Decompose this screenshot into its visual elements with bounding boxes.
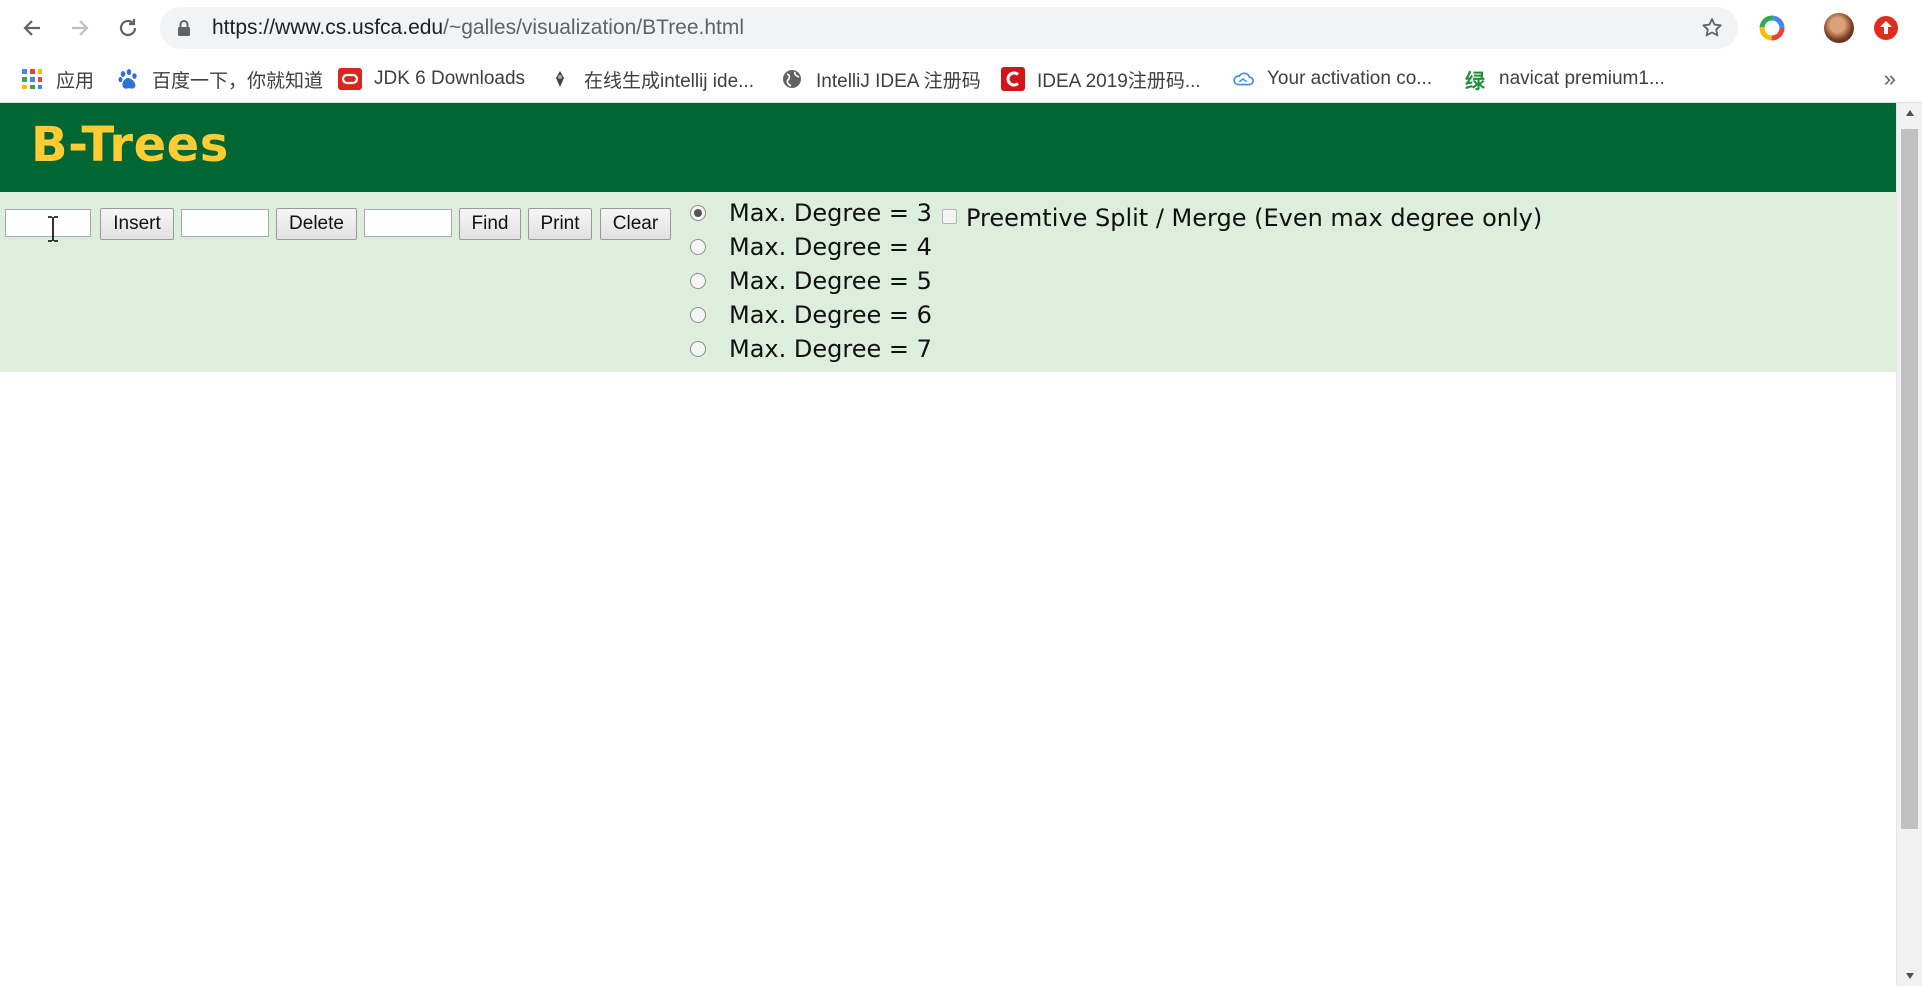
- find-input[interactable]: [364, 209, 452, 237]
- bookmark-idea-2019[interactable]: IDEA 2019注册码...: [1001, 56, 1201, 102]
- bookmarks-bar: 应用 百度一下，你就知道 JDK 6 Downloads 在线生成intelli…: [0, 56, 1922, 103]
- bookmark-baidu[interactable]: 百度一下，你就知道: [116, 56, 323, 102]
- text-cursor-icon: [48, 216, 58, 242]
- bookmark-label: IntelliJ IDEA 注册码: [816, 70, 981, 92]
- degree-option-4[interactable]: Max. Degree = 4: [690, 233, 932, 261]
- find-button[interactable]: Find: [459, 208, 521, 240]
- bookmark-label: JDK 6 Downloads: [374, 68, 526, 89]
- degree-label: Max. Degree = 6: [729, 301, 932, 329]
- preemptive-option[interactable]: Preemtive Split / Merge (Even max degree…: [942, 204, 1542, 232]
- reload-button[interactable]: [110, 10, 146, 46]
- page-header: B-Trees: [0, 103, 1896, 192]
- bookmark-label: IDEA 2019注册码...: [1037, 70, 1201, 92]
- address-bar[interactable]: https://www.cs.usfca.edu/~galles/visuali…: [160, 7, 1738, 49]
- clear-button[interactable]: Clear: [600, 208, 671, 240]
- delete-button[interactable]: Delete: [276, 208, 357, 240]
- bookmark-label: Your activation co...: [1267, 68, 1433, 89]
- degree-label: Max. Degree = 7: [729, 335, 932, 363]
- bookmark-navicat[interactable]: 绿 navicat premium1...: [1463, 56, 1665, 102]
- extension-ring-icon[interactable]: [1757, 13, 1787, 43]
- bookmark-label: 应用: [56, 70, 95, 92]
- degree-label: Max. Degree = 4: [729, 233, 932, 261]
- bookmark-intellij-code[interactable]: IntelliJ IDEA 注册码: [780, 56, 981, 102]
- oracle-icon: [338, 67, 362, 91]
- degree-radio[interactable]: [690, 205, 706, 221]
- green-character-icon: 绿: [1465, 68, 1485, 93]
- url-host: https://www.cs.usfca.edu: [212, 16, 444, 39]
- bookmark-apps[interactable]: 应用: [20, 56, 94, 102]
- bookmark-label: navicat premium1...: [1499, 68, 1665, 89]
- scroll-down-arrow-icon[interactable]: [1905, 972, 1915, 980]
- scrollbar-thumb[interactable]: [1901, 129, 1918, 829]
- visualization-canvas[interactable]: [0, 372, 1896, 986]
- insert-button[interactable]: Insert: [100, 208, 174, 240]
- red-c-icon: [1001, 67, 1025, 91]
- back-button[interactable]: [14, 10, 50, 46]
- control-panel: Insert Delete Find Print Clear Max. Degr…: [0, 192, 1896, 372]
- bookmark-activation[interactable]: Your activation co...: [1231, 56, 1432, 102]
- degree-option-6[interactable]: Max. Degree = 6: [690, 301, 932, 329]
- forward-arrow-icon: [72, 20, 89, 36]
- preemptive-label: Preemtive Split / Merge (Even max degree…: [966, 204, 1543, 232]
- bookmark-intellij-gen[interactable]: 在线生成intellij ide...: [548, 56, 754, 102]
- bookmarks-overflow-button[interactable]: »: [1884, 66, 1896, 92]
- browser-toolbar: https://www.cs.usfca.edu/~galles/visuali…: [0, 0, 1922, 56]
- degree-radio[interactable]: [690, 273, 706, 289]
- page-viewport: B-Trees Insert Delete Find Print Clear M…: [0, 103, 1896, 986]
- reload-icon: [119, 19, 137, 37]
- apps-grid-icon: [20, 67, 44, 91]
- cloud-icon: [1231, 67, 1255, 91]
- bookmark-label: 百度一下，你就知道: [152, 70, 324, 92]
- bookmark-star-icon[interactable]: [1700, 16, 1724, 40]
- degree-label: Max. Degree = 5: [729, 267, 932, 295]
- forward-button[interactable]: [62, 10, 98, 46]
- degree-radio[interactable]: [690, 341, 706, 357]
- delete-input[interactable]: [181, 209, 269, 237]
- degree-radio[interactable]: [690, 239, 706, 255]
- profile-avatar[interactable]: [1824, 13, 1854, 43]
- page-title: B-Trees: [31, 117, 229, 173]
- url-path: /~galles/visualization/BTree.html: [443, 16, 745, 39]
- print-button[interactable]: Print: [528, 208, 592, 240]
- back-arrow-icon: [23, 20, 40, 36]
- degree-label: Max. Degree = 3: [729, 199, 932, 227]
- degree-option-7[interactable]: Max. Degree = 7: [690, 335, 932, 363]
- scroll-up-arrow-icon[interactable]: [1905, 109, 1915, 117]
- degree-radio[interactable]: [690, 307, 706, 323]
- update-arrow-icon[interactable]: [1871, 13, 1901, 43]
- url-text: https://www.cs.usfca.edu/~galles/visuali…: [212, 7, 744, 49]
- degree-option-5[interactable]: Max. Degree = 5: [690, 267, 932, 295]
- bookmark-jdk[interactable]: JDK 6 Downloads: [338, 56, 525, 102]
- degree-option-3[interactable]: Max. Degree = 3: [690, 199, 932, 227]
- preemptive-checkbox[interactable]: [942, 208, 957, 224]
- vertical-scrollbar[interactable]: [1896, 103, 1922, 986]
- baidu-paw-icon: [116, 67, 140, 91]
- bookmark-label: 在线生成intellij ide...: [584, 70, 754, 92]
- lock-icon: [178, 20, 190, 36]
- bookmark-site-icon: [548, 67, 572, 91]
- globe-icon: [780, 67, 804, 91]
